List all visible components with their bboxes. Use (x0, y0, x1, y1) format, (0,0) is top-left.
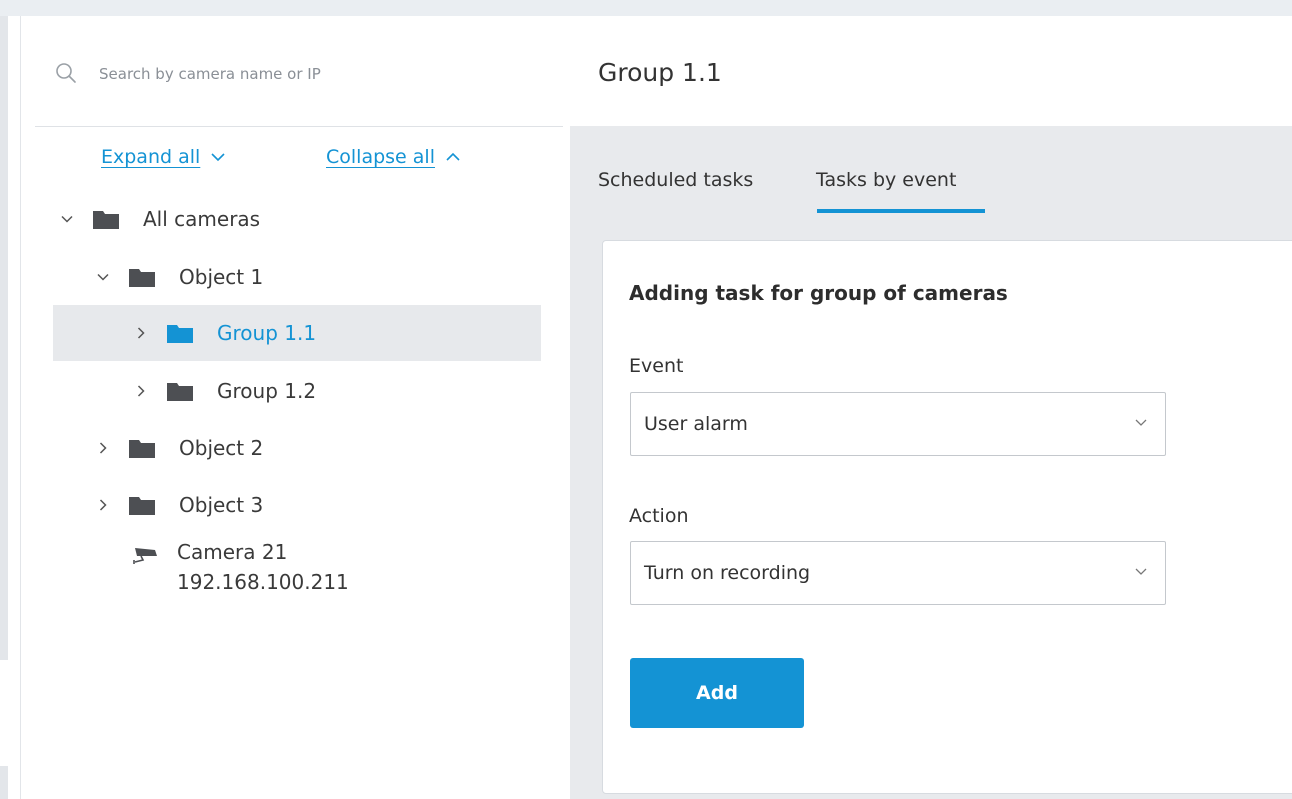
expand-all-label: Expand all (101, 146, 201, 168)
search-icon (56, 63, 76, 83)
main-header: Group 1.1 (570, 16, 1292, 126)
action-select-value: Turn on recording (644, 562, 811, 584)
card-title: Adding task for group of cameras (629, 281, 1008, 305)
tree-label: Group 1.2 (217, 379, 317, 403)
event-label: Event (629, 355, 684, 377)
tree-node-object-2[interactable]: Object 2 (97, 420, 537, 476)
collapse-all-link[interactable]: Collapse all (326, 146, 461, 168)
chevron-down-icon (1135, 568, 1147, 575)
add-button[interactable]: Add (630, 658, 804, 728)
folder-icon (167, 383, 193, 401)
tree-label: Object 1 (179, 265, 264, 289)
tab-scheduled-tasks[interactable]: Scheduled tasks (598, 169, 753, 191)
folder-icon (93, 211, 119, 229)
top-strip (0, 0, 1292, 16)
tab-tasks-by-event[interactable]: Tasks by event (816, 169, 956, 191)
tree-node-object-3[interactable]: Object 3 (97, 477, 537, 533)
search-input[interactable] (97, 60, 521, 88)
event-select[interactable]: User alarm (630, 392, 1166, 456)
task-card: Adding task for group of cameras Event U… (602, 240, 1292, 794)
left-edge (0, 16, 8, 660)
chevron-right-icon[interactable] (97, 499, 109, 511)
tree-label: Object 3 (179, 493, 264, 517)
tree-label: Group 1.1 (217, 321, 317, 345)
tree-node-group-1-2[interactable]: Group 1.2 (135, 363, 535, 419)
tree-node-object-1[interactable]: Object 1 (97, 249, 537, 305)
folder-icon (129, 497, 155, 515)
chevron-right-icon[interactable] (135, 327, 147, 339)
chevron-down-icon[interactable] (97, 271, 109, 283)
expand-all-link[interactable]: Expand all (101, 146, 226, 168)
action-label: Action (629, 505, 689, 527)
camera-icon (133, 548, 157, 564)
chevron-up-icon (446, 152, 460, 161)
tree-label: Object 2 (179, 436, 264, 460)
camera-ip: 192.168.100.211 (177, 570, 349, 594)
search-bar (35, 16, 563, 127)
folder-icon (167, 325, 193, 343)
chevron-right-icon[interactable] (135, 385, 147, 397)
chevron-right-icon[interactable] (97, 442, 109, 454)
chevron-down-icon (211, 153, 225, 162)
camera-name: Camera 21 (177, 540, 288, 564)
folder-icon (129, 440, 155, 458)
page-title: Group 1.1 (598, 58, 722, 87)
sidebar: Expand all Collapse all All cameras Obje… (21, 16, 569, 799)
main-panel: Group 1.1 Scheduled tasks Tasks by event… (570, 16, 1292, 799)
action-select[interactable]: Turn on recording (630, 541, 1166, 605)
chevron-down-icon (1135, 419, 1147, 426)
active-tab-indicator (817, 209, 985, 213)
tree-node-group-1-1[interactable]: Group 1.1 (53, 305, 541, 361)
folder-icon (129, 269, 155, 287)
tree-node-camera-21[interactable]: Camera 21 192.168.100.211 (129, 538, 529, 602)
tree-node-all-cameras[interactable]: All cameras (61, 191, 541, 247)
event-select-value: User alarm (644, 413, 748, 435)
tree-label: All cameras (143, 207, 261, 231)
chevron-down-icon[interactable] (61, 213, 73, 225)
collapse-all-label: Collapse all (326, 146, 435, 168)
left-edge-lower (0, 766, 8, 799)
